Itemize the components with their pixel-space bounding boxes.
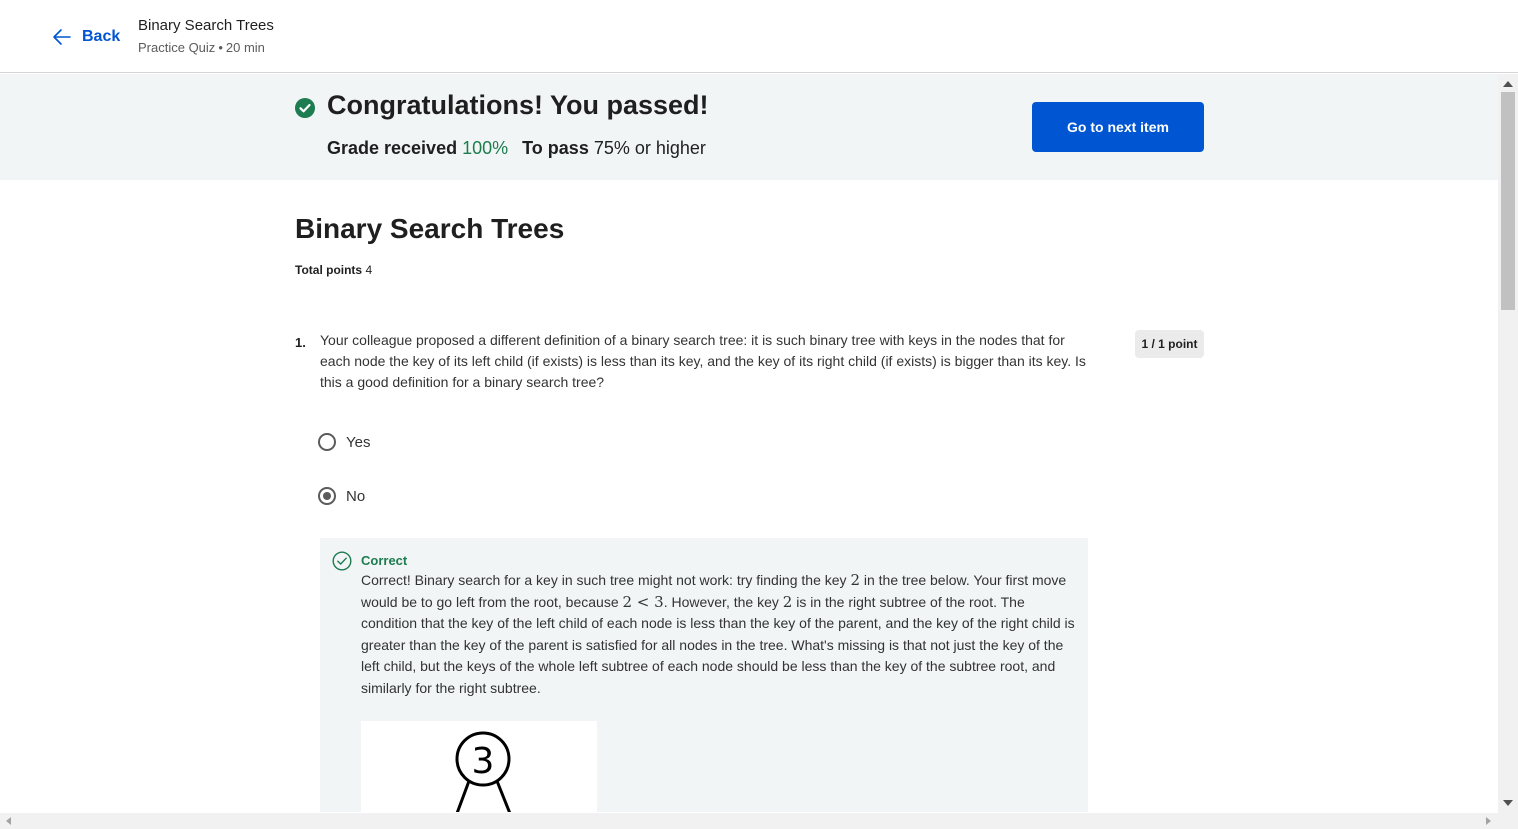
banner-title: Congratulations! You passed! — [327, 90, 709, 120]
header-subtitle: Practice Quiz • 20 min — [138, 40, 265, 55]
question-text: Your colleague proposed a different defi… — [320, 332, 1086, 390]
result-banner: Congratulations! You passed! Grade recei… — [0, 74, 1498, 180]
grade-summary: Grade received 100% To pass 75% or higher — [327, 138, 706, 159]
separator-dot: • — [218, 40, 223, 55]
math-inline: 2 < 3 — [622, 592, 664, 611]
check-circle-outline-icon — [332, 551, 352, 571]
option-yes[interactable]: Yes — [318, 433, 370, 451]
option-label: Yes — [346, 433, 371, 451]
math-inline: 2 — [850, 571, 860, 589]
total-points-value: 4 — [365, 263, 373, 277]
total-points-label: Total points — [295, 263, 363, 277]
scroll-down-icon[interactable] — [1503, 800, 1513, 806]
back-button[interactable]: Back — [52, 24, 120, 50]
scroll-right-icon[interactable] — [1486, 817, 1491, 825]
question-number: 1. — [295, 335, 306, 350]
radio-unchecked-icon[interactable] — [318, 433, 336, 451]
radio-checked-icon[interactable] — [318, 487, 336, 505]
tree-diagram: 3 — [361, 721, 597, 812]
scrollbar-thumb[interactable] — [1501, 92, 1515, 310]
feedback-text: Correct! Binary search for a key in such… — [361, 570, 1079, 699]
pass-label: To pass — [522, 138, 589, 158]
option-label: No — [346, 487, 366, 505]
vertical-scrollbar[interactable] — [1498, 74, 1518, 813]
back-label: Back — [82, 28, 121, 45]
header-title: Binary Search Trees — [138, 17, 274, 34]
tree-root-key: 3 — [472, 741, 495, 782]
next-item-button[interactable]: Go to next item — [1032, 102, 1204, 152]
quiz-duration: 20 min — [225, 40, 265, 55]
grade-value: 100% — [462, 138, 509, 158]
top-header: Back Binary Search Trees Practice Quiz • 2… — [0, 0, 1518, 73]
feedback-text-part: . However, the key — [663, 593, 783, 610]
quiz-type: Practice Quiz — [138, 40, 216, 55]
total-points: Total points 4 — [295, 263, 372, 277]
points-badge: 1 / 1 point — [1135, 330, 1204, 358]
feedback-panel: Correct Correct! Binary search for a key… — [320, 538, 1088, 812]
grade-label: Grade received — [327, 138, 458, 158]
math-inline: 2 — [782, 592, 793, 611]
scroll-left-icon[interactable] — [6, 817, 11, 825]
feedback-text-part: Correct! Binary search for a key in such… — [361, 572, 851, 588]
horizontal-scrollbar[interactable] — [0, 813, 1518, 829]
tree-diagram-svg: 3 — [455, 731, 512, 812]
check-circle-icon — [295, 98, 315, 118]
arrow-left-icon — [53, 29, 71, 45]
scroll-up-icon[interactable] — [1503, 81, 1513, 87]
quiz-title: Binary Search Trees — [295, 213, 565, 244]
pass-value: 75% or higher — [593, 138, 706, 158]
option-no[interactable]: No — [318, 487, 365, 505]
feedback-status: Correct — [361, 553, 408, 568]
